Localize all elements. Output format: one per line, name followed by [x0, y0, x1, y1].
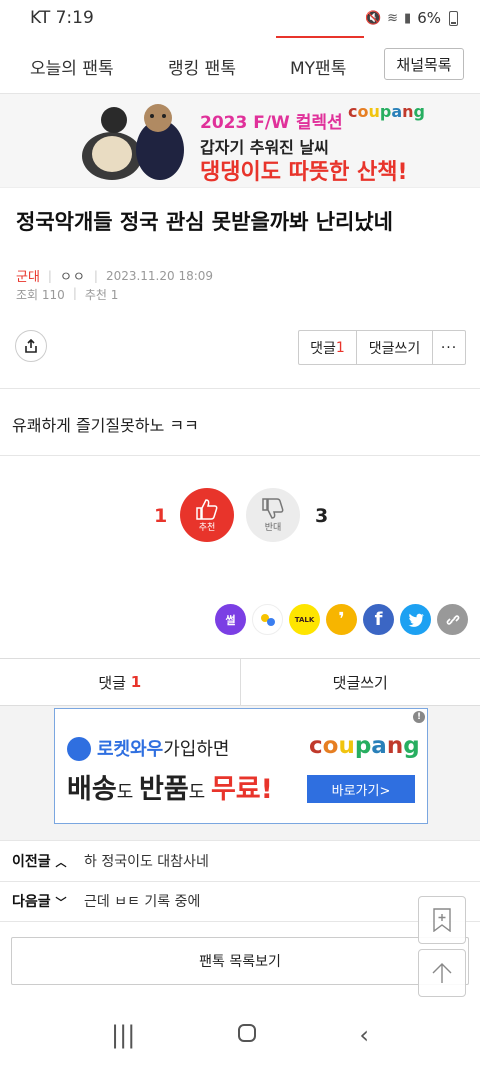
ad-bottom-tagline: 배송도 반품도 무료!	[67, 774, 273, 805]
battery-percent: 6%	[417, 9, 441, 27]
post-category[interactable]: 군대	[16, 266, 40, 285]
downvote-label: 반대	[264, 522, 282, 533]
downvote-count: 3	[315, 505, 329, 527]
upvote-label: 추천	[198, 522, 216, 533]
tab-today[interactable]: 오늘의 팬톡	[30, 54, 114, 79]
comment-action-group: 댓글 1 댓글쓰기 ···	[298, 330, 466, 365]
kakaotalk-icon[interactable]: TALK	[289, 604, 320, 635]
share-button[interactable]	[15, 330, 47, 362]
post-datetime: 2023.11.20 18:09	[105, 268, 214, 283]
top-ad-banner[interactable]: 2023 F/W 컬렉션 갑자기 추워진 날씨 댕댕이도 따뜻한 산책! cou…	[0, 94, 480, 188]
post-body: 유쾌하게 즐기질못하노 ㅋㅋ	[12, 416, 199, 435]
divider	[0, 388, 480, 389]
comment-bar-comments[interactable]: 댓글 1	[0, 659, 241, 705]
home-icon[interactable]	[237, 1021, 257, 1049]
prev-post-row[interactable]: 이전글 ︿ 하 정국이도 대참사네	[0, 841, 480, 881]
post-author[interactable]: ㅇㅇ	[60, 266, 86, 285]
thumbs-up-icon	[196, 498, 218, 520]
prev-post-label: 이전글 ︿	[12, 854, 67, 870]
kakaostory-icon[interactable]: ❜	[326, 604, 357, 635]
share-buttons: 썰 TALK ❜ f	[215, 604, 468, 635]
comments-count: 1	[335, 339, 345, 356]
ad-top-brand: coupang	[348, 102, 425, 121]
post-views: 조회 110	[16, 288, 65, 302]
thumbs-down-icon	[262, 497, 284, 519]
post-meta-line2: 조회 110 | 추천 1	[16, 286, 119, 302]
post-meta-line1: 군대 | ㅇㅇ | 2023.11.20 18:09	[16, 266, 214, 286]
prev-post-title: 하 정국이도 대참사네	[84, 854, 209, 870]
upvote-count: 1	[154, 505, 168, 527]
comment-bar-write[interactable]: 댓글쓰기	[241, 659, 480, 705]
ssul-icon[interactable]: 썰	[215, 604, 246, 635]
upvote-button[interactable]: 추천	[180, 488, 234, 542]
channel-list-button[interactable]: 채널목록	[384, 48, 464, 80]
post-title: 정국악개들 정국 관심 못받을까봐 난리났네	[16, 210, 394, 234]
chevron-down-icon: ﹀	[55, 896, 67, 909]
carrier-time: KT 7:19	[30, 8, 94, 28]
twitter-icon[interactable]	[400, 604, 431, 635]
comment-bar-count: 1	[130, 673, 142, 691]
ad-cta-button[interactable]: 바로가기>	[307, 775, 415, 803]
scroll-top-button[interactable]	[418, 949, 466, 997]
dogs-image	[82, 104, 184, 180]
bottom-ad-area: ! 로켓와우가입하면 coupang 배송도 반품도 무료! 바로가기>	[0, 706, 480, 840]
ad-bottom-brand: coupang	[309, 733, 420, 759]
system-navigation-bar: ||| ‹	[0, 1002, 480, 1067]
top-tabs: 오늘의 팬톡 랭킹 팬톡 MY팬톡 채널목록	[0, 36, 480, 94]
facebook-icon[interactable]: f	[363, 604, 394, 635]
downvote-button[interactable]: 반대	[246, 488, 300, 542]
tab-ranking[interactable]: 랭킹 팬톡	[168, 54, 236, 79]
divider	[0, 455, 480, 456]
bookmark-add-icon	[433, 908, 451, 932]
chevron-up-icon: ︿	[55, 856, 67, 869]
comment-bar: 댓글 1 댓글쓰기	[0, 658, 480, 706]
status-bar: KT 7:19 🔇 ≋ ▮ 6%	[0, 0, 480, 36]
ad-info-icon[interactable]: !	[413, 711, 425, 723]
comments-button[interactable]: 댓글 1	[299, 331, 357, 364]
rocket-icon	[67, 737, 91, 761]
battery-icon	[449, 10, 458, 26]
status-icons: 🔇 ≋ ▮ 6%	[365, 9, 458, 27]
next-post-title: 근데 ㅂㅌ 기록 중에	[84, 894, 201, 910]
next-post-row[interactable]: 다음글 ﹀ 근데 ㅂㅌ 기록 중에	[0, 881, 480, 921]
ad-top-headline: 2023 F/W 컬렉션	[200, 113, 343, 133]
arrow-up-icon	[432, 963, 452, 983]
link-icon[interactable]	[437, 604, 468, 635]
tab-my[interactable]: MY팬톡	[290, 54, 346, 79]
bookmark-button[interactable]	[418, 896, 466, 944]
divider	[0, 921, 480, 922]
list-view-button[interactable]: 팬톡 목록보기	[11, 937, 469, 985]
back-icon[interactable]: ‹	[359, 1021, 369, 1049]
share-icon	[25, 339, 37, 353]
signal-icon: ▮	[404, 10, 412, 26]
ad-bottom-headline: 로켓와우가입하면	[97, 739, 230, 760]
more-options-button[interactable]: ···	[433, 331, 465, 364]
recent-apps-icon[interactable]: |||	[111, 1021, 135, 1049]
mute-icon: 🔇	[364, 10, 382, 26]
post-recommends: 추천 1	[84, 288, 119, 302]
bottom-ad-banner[interactable]: ! 로켓와우가입하면 coupang 배송도 반품도 무료! 바로가기>	[54, 708, 428, 824]
ad-top-tagline: 댕댕이도 따뜻한 산책!	[200, 160, 408, 185]
band-icon[interactable]	[252, 604, 283, 635]
wifi-icon: ≋	[387, 10, 399, 26]
active-tab-indicator	[276, 36, 364, 38]
next-post-label: 다음글 ﹀	[12, 894, 67, 910]
write-comment-button[interactable]: 댓글쓰기	[357, 331, 433, 364]
